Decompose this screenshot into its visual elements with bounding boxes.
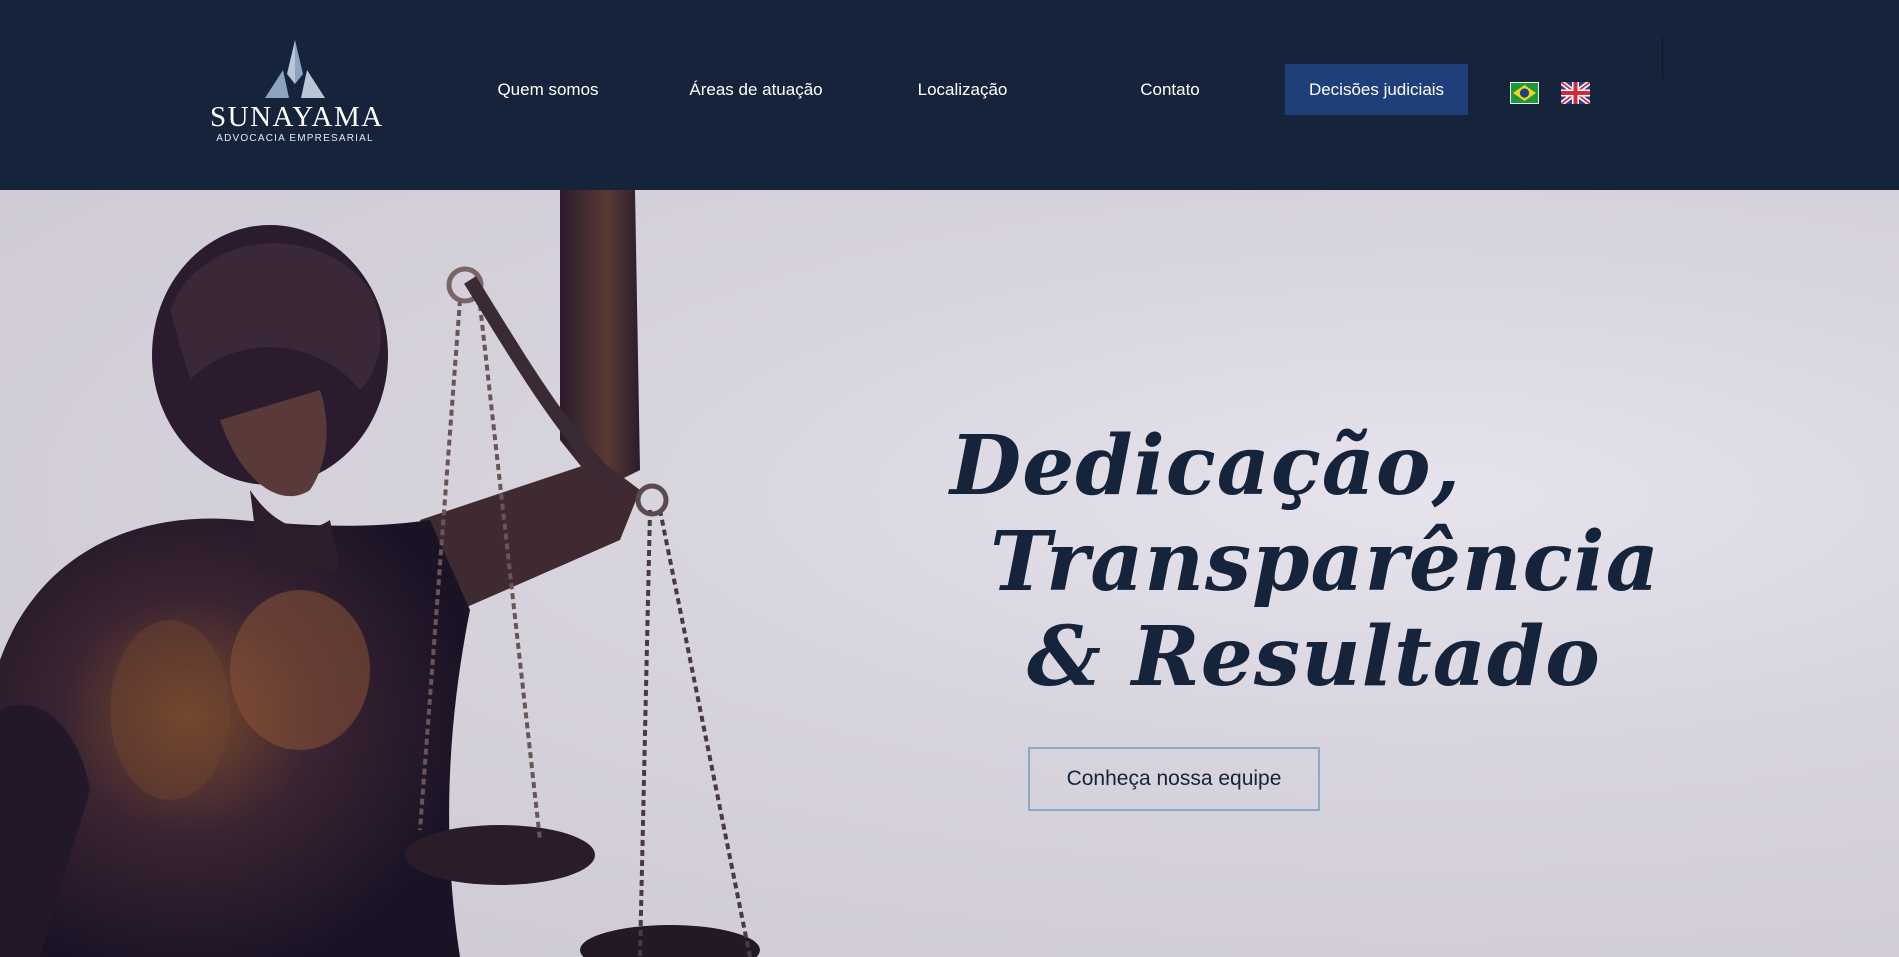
meet-team-button[interactable]: Conheça nossa equipe	[1028, 747, 1320, 811]
hero-headline-line-2: Transparência	[990, 514, 1660, 610]
nav-areas-de-atuacao[interactable]: Áreas de atuação	[680, 76, 832, 104]
uk-flag-icon[interactable]	[1561, 82, 1590, 104]
hero-headline-line-3: & Resultado	[1027, 609, 1601, 705]
hero-section: Dedicação, Transparência & Resultado Con…	[0, 190, 1899, 957]
nav-localizacao[interactable]: Localização	[905, 76, 1020, 104]
brand-logo[interactable]: SUNAYAMA ADVOCACIA EMPRESARIAL	[210, 38, 384, 150]
logo-mark-icon	[265, 40, 325, 98]
hero-headline-line-1: Dedicação,	[950, 418, 1462, 514]
lady-justice-statue-image	[0, 190, 760, 957]
brand-tagline: ADVOCACIA EMPRESARIAL	[216, 133, 374, 144]
site-header: SUNAYAMA ADVOCACIA EMPRESARIAL Quem somo…	[0, 0, 1899, 190]
nav-quem-somos[interactable]: Quem somos	[488, 76, 608, 104]
brand-name: SUNAYAMA	[210, 101, 384, 133]
decisoes-judiciais-button[interactable]: Decisões judiciais	[1285, 64, 1468, 115]
header-divider	[1662, 36, 1663, 78]
nav-contato[interactable]: Contato	[1120, 76, 1220, 104]
brazil-flag-icon[interactable]	[1510, 82, 1539, 104]
